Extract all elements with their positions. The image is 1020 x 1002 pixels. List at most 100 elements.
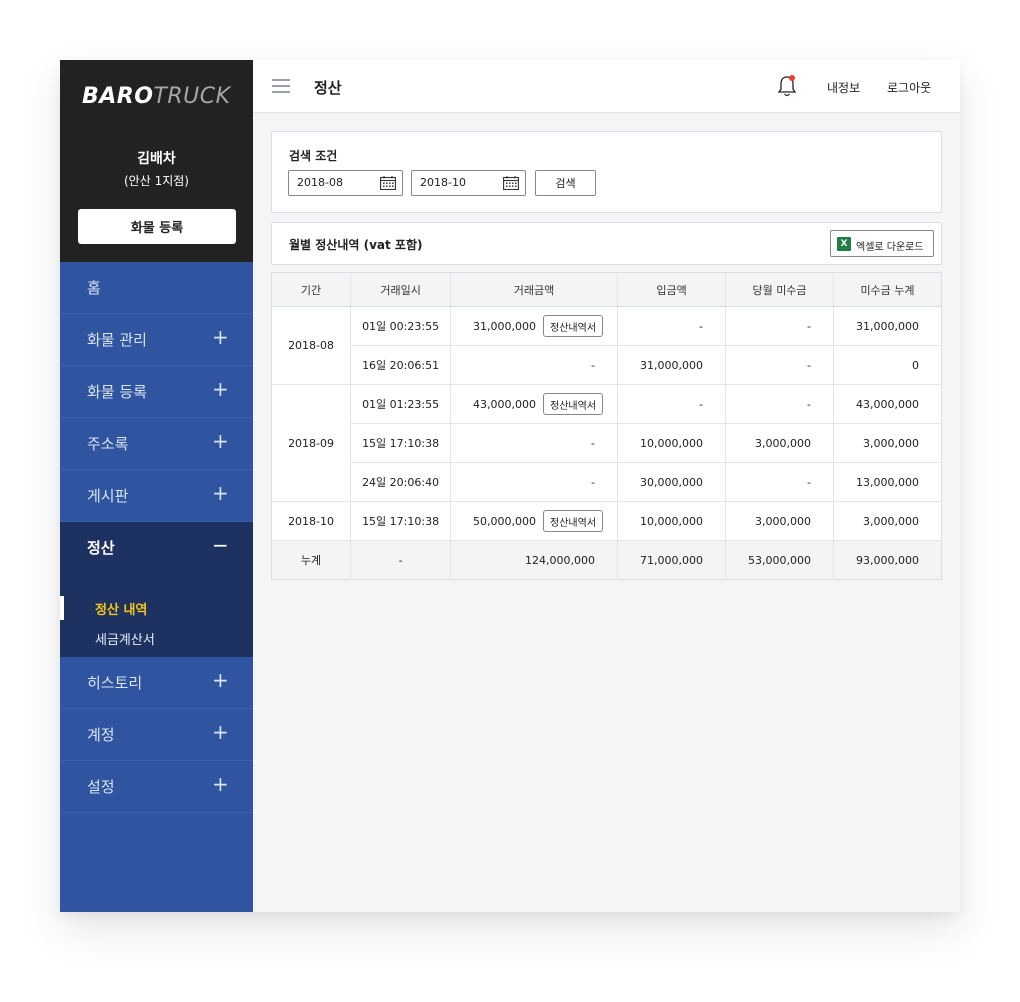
hamburger-menu-icon[interactable] (272, 79, 290, 93)
sidebar-item-account[interactable]: 계정 + (60, 709, 253, 761)
datetime-cell: 15일 17:10:38 (350, 423, 451, 463)
plus-icon: + (212, 668, 229, 692)
sidebar-item-cargo-register[interactable]: 화물 등록 + (60, 366, 253, 418)
register-cargo-button[interactable]: 화물 등록 (78, 209, 236, 244)
datetime-cell: 15일 17:10:38 (350, 501, 451, 541)
sidebar-item-settings[interactable]: 설정 + (60, 761, 253, 813)
sidebar-item-label: 히스토리 (87, 674, 143, 692)
cumulative-unpaid-cell: 13,000,000 (833, 462, 942, 502)
plus-icon: + (212, 720, 229, 744)
sidebar-item-label: 계정 (87, 726, 115, 744)
calendar-icon[interactable] (380, 176, 396, 190)
plus-icon: + (212, 481, 229, 505)
sidebar-item-board[interactable]: 게시판 + (60, 470, 253, 522)
amount-value: 31,000,000 (473, 319, 537, 333)
deposit-cell: - (617, 384, 726, 424)
top-header: 정산 내정보 로그아웃 (253, 60, 960, 113)
monthly-unpaid-cell: - (725, 384, 834, 424)
table-row: 15일 17:10:38 - 10,000,000 3,000,000 3,00… (272, 423, 942, 463)
bell-icon[interactable] (776, 74, 798, 98)
sidebar-item-label: 게시판 (87, 487, 129, 505)
amount-cell: - (450, 345, 618, 385)
period-cell: 2018-10 (271, 501, 351, 541)
brand-logo[interactable]: BAROTRUCK (82, 84, 231, 109)
datetime-cell: 16일 20:06:51 (350, 345, 451, 385)
table-header-row: 기간 거래일시 거래금액 입금액 당월 미수금 미수금 누계 (271, 272, 942, 307)
monthly-unpaid-cell: - (725, 345, 834, 385)
statement-button[interactable]: 정산내역서 (543, 393, 604, 415)
sidebar-item-address-book[interactable]: 주소록 + (60, 418, 253, 470)
search-panel: 검색 조건 2018-08 2018-10 검색 (271, 131, 942, 213)
settlement-table: 기간 거래일시 거래금액 입금액 당월 미수금 미수금 누계 2018-08 0… (271, 272, 942, 580)
sidebar-profile-area: BAROTRUCK 김배차 (안산 1지점) 화물 등록 (60, 60, 253, 262)
period-cell: 2018-09 (271, 384, 351, 502)
settlement-submenu: 정산 내역 세금계산서 (60, 574, 253, 657)
sidebar-item-label: 주소록 (87, 435, 129, 453)
search-button[interactable]: 검색 (535, 170, 596, 196)
sidebar-item-label: 화물 관리 (87, 331, 147, 349)
datetime-cell: 24일 20:06:40 (350, 462, 451, 502)
monthly-unpaid-cell: - (725, 306, 834, 346)
minus-icon: − (212, 533, 229, 557)
amount-value: 50,000,000 (473, 514, 537, 528)
start-date-field[interactable]: 2018-08 (288, 170, 403, 196)
statement-button[interactable]: 정산내역서 (543, 315, 604, 337)
sidebar: BAROTRUCK 김배차 (안산 1지점) 화물 등록 홈 화물 관리 + 화… (60, 60, 253, 912)
total-row: 누계 - 124,000,000 71,000,000 53,000,000 9… (271, 540, 942, 580)
cumulative-unpaid-cell: 31,000,000 (833, 306, 942, 346)
deposit-cell: - (617, 306, 726, 346)
table-row: 24일 20:06:40 - 30,000,000 - 13,000,000 (272, 462, 942, 502)
deposit-cell: 10,000,000 (617, 423, 726, 463)
active-indicator (60, 596, 64, 620)
datetime-cell: 01일 01:23:55 (350, 384, 451, 424)
monthly-unpaid-cell: - (725, 462, 834, 502)
sidebar-item-cargo-management[interactable]: 화물 관리 + (60, 314, 253, 366)
amount-cell: 43,000,000 정산내역서 (450, 384, 618, 424)
column-header: 거래금액 (450, 272, 618, 307)
column-header: 기간 (271, 272, 351, 307)
table-row: 2018-09 01일 01:23:55 43,000,000 정산내역서 - -… (271, 384, 942, 502)
my-info-link[interactable]: 내정보 (827, 79, 860, 96)
total-monthly-unpaid-cell: 53,000,000 (725, 540, 834, 580)
calendar-icon[interactable] (503, 176, 519, 190)
amount-cell: 31,000,000 정산내역서 (450, 306, 618, 346)
sidebar-item-history[interactable]: 히스토리 + (60, 657, 253, 709)
datetime-cell: 01일 00:23:55 (350, 306, 451, 346)
logo-light-text: TRUCK (153, 84, 231, 109)
submenu-item-settlement-history[interactable]: 정산 내역 (95, 599, 147, 618)
column-header: 미수금 누계 (833, 272, 942, 307)
table-row: 2018-08 01일 00:23:55 31,000,000 정산내역서 - -… (271, 306, 942, 385)
sidebar-item-settlement[interactable]: 정산 − (60, 522, 253, 574)
total-datetime-cell: - (350, 540, 451, 580)
column-header: 입금액 (617, 272, 726, 307)
end-date-field[interactable]: 2018-10 (411, 170, 526, 196)
monthly-unpaid-cell: 3,000,000 (725, 501, 834, 541)
excel-download-button[interactable]: X 엑셀로 다운로드 (830, 230, 934, 257)
monthly-settlement-title: 월별 정산내역 (vat 포함) (289, 238, 423, 252)
amount-value: 43,000,000 (473, 397, 537, 411)
sidebar-item-label: 화물 등록 (87, 383, 147, 401)
submenu-item-tax-invoice[interactable]: 세금계산서 (95, 629, 155, 648)
notification-dot (789, 75, 795, 81)
sidebar-item-label: 설정 (87, 778, 115, 796)
plus-icon: + (212, 377, 229, 401)
amount-cell: - (450, 462, 618, 502)
sidebar-menu: 홈 화물 관리 + 화물 등록 + 주소록 + 게시판 + 정산 − 정산 내역… (60, 262, 253, 813)
total-deposit-cell: 71,000,000 (617, 540, 726, 580)
cumulative-unpaid-cell: 43,000,000 (833, 384, 942, 424)
app-window: BAROTRUCK 김배차 (안산 1지점) 화물 등록 홈 화물 관리 + 화… (60, 60, 960, 912)
deposit-cell: 30,000,000 (617, 462, 726, 502)
total-cumulative-unpaid-cell: 93,000,000 (833, 540, 942, 580)
logo-bold-text: BARO (82, 84, 154, 109)
logout-link[interactable]: 로그아웃 (887, 79, 931, 96)
table-row: 16일 20:06:51 - 31,000,000 - 0 (272, 345, 942, 385)
amount-cell: 50,000,000 정산내역서 (450, 501, 618, 541)
excel-icon: X (837, 237, 851, 251)
amount-cell: - (450, 423, 618, 463)
sidebar-item-home[interactable]: 홈 (60, 262, 253, 314)
search-label: 검색 조건 (289, 149, 338, 163)
monthly-unpaid-cell: 3,000,000 (725, 423, 834, 463)
statement-button[interactable]: 정산내역서 (543, 510, 604, 532)
excel-download-label: 엑셀로 다운로드 (856, 242, 924, 253)
sidebar-item-label: 홈 (87, 279, 101, 297)
